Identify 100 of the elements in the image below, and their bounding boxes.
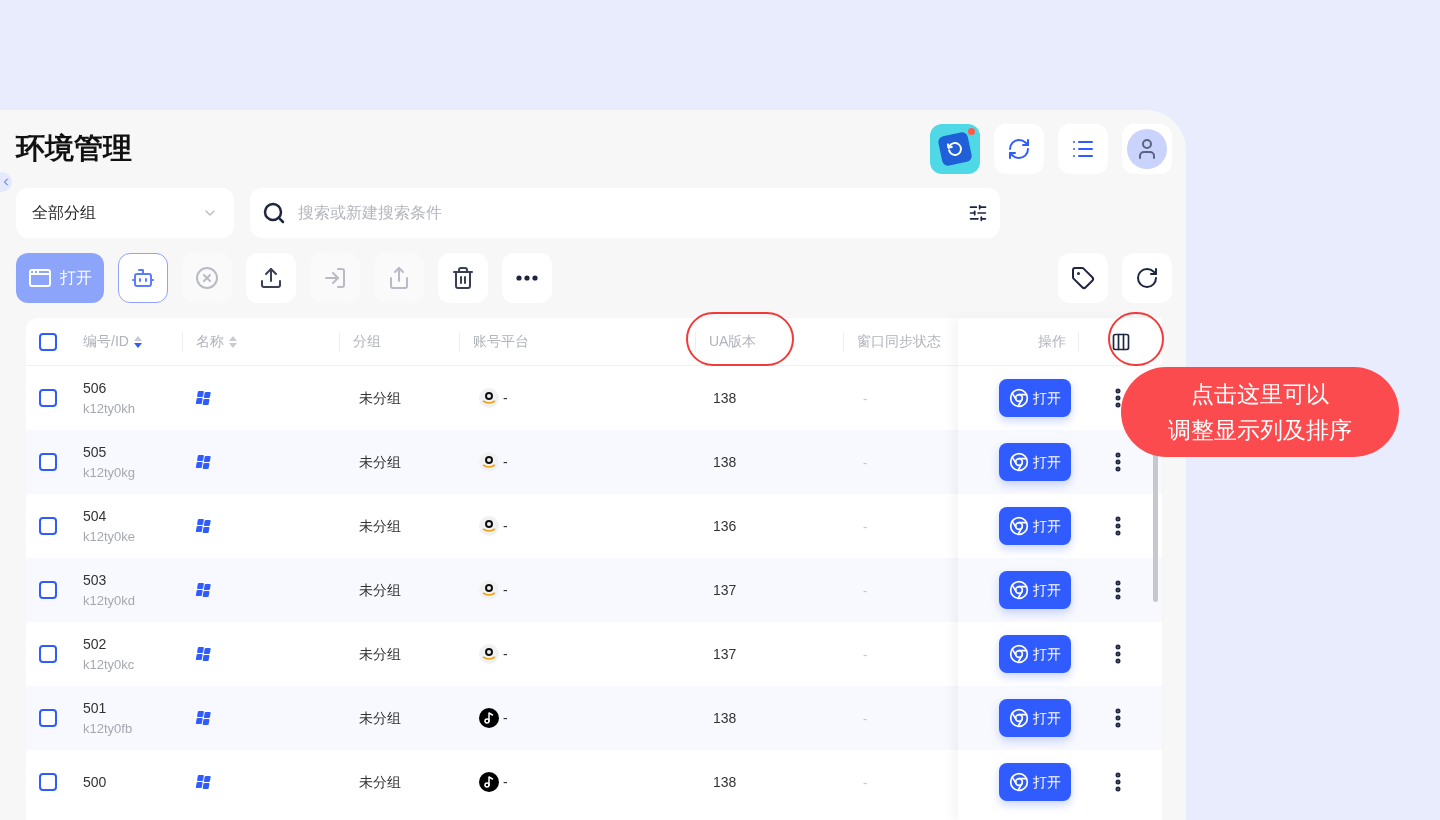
profile-id: k12ty0kc [83,655,136,674]
platform-account: - [503,708,508,728]
table-row[interactable]: 503 k12ty0kd 未分组 - 137 - [26,558,958,622]
group-cell: 未分组 [359,390,401,406]
row-checkbox[interactable] [39,332,57,351]
windows-logo-icon [195,711,211,725]
upload-button[interactable] [246,253,296,303]
sync-status-cell: - [863,647,868,662]
browser-icon [1009,516,1029,536]
windows-logo-icon [195,455,211,469]
profile-id: k12ty0kg [83,463,137,482]
browser-icon [1009,580,1029,600]
sync-status-cell: - [863,583,868,598]
sort-icon[interactable] [132,334,143,349]
column-settings-icon[interactable] [1110,331,1131,352]
row-checkbox[interactable] [39,453,57,471]
sync-upload-button[interactable] [994,124,1044,174]
ua-version-cell: 138 [713,390,737,406]
search-icon [262,201,286,225]
callout-text: 点击这里可以 [1191,380,1329,409]
row-checkbox[interactable] [39,517,57,535]
open-browser-button[interactable]: 打开 [999,635,1071,673]
browser-icon [1009,708,1029,728]
row-checkbox[interactable] [39,773,57,791]
profile-id: k12ty0kd [83,591,137,610]
column-header: 账号平台 [473,332,529,351]
search-field[interactable]: 搜索或新建搜索条件 [250,188,1000,238]
profile-number: 503 [83,570,108,590]
sync-status-cell: - [863,519,868,534]
import-icon [323,266,347,290]
profile-number: 500 [83,772,108,792]
profile-id: k12ty0ke [83,527,137,546]
profile-number: 502 [83,634,108,654]
group-cell: 未分组 [359,582,401,598]
robot-button[interactable] [118,253,168,303]
row-checkbox[interactable] [39,581,57,599]
sync-upload-icon [1007,137,1031,161]
windows-logo-icon [195,775,211,789]
trash-icon [451,266,475,290]
tag-button[interactable] [1058,253,1108,303]
shopping-smile-logo-icon [479,452,499,472]
avatar-button[interactable] [1122,124,1172,174]
stop-icon [195,266,219,290]
platform-account: - [503,644,508,664]
shopping-smile-logo-icon [479,388,499,408]
row-checkbox[interactable] [39,389,57,407]
table-row[interactable]: 505 k12ty0kg 未分组 - 138 - [26,430,958,494]
delete-button[interactable] [438,253,488,303]
browser-icon [1009,452,1029,472]
open-browser-button[interactable]: 打开 [999,571,1071,609]
more-button[interactable] [502,253,552,303]
filter-settings-icon[interactable] [968,203,988,223]
windows-logo-icon [195,583,211,597]
sync-status-cell: - [863,775,868,790]
sync-status-cell: - [863,455,868,470]
column-header: 名称 [196,332,224,351]
ua-version-cell: 137 [713,582,737,598]
share-icon [387,266,411,290]
windows-logo-icon [195,647,211,661]
browser-icon [1009,388,1029,408]
group-select[interactable]: 全部分组 [16,188,234,238]
open-browser-button[interactable]: 打开 [999,763,1071,801]
platform-account: - [503,580,508,600]
open-browser-button[interactable]: 打开 [999,507,1071,545]
platform-account: - [503,452,508,472]
ua-version-cell: 138 [713,774,737,790]
highlight-ring [1108,312,1164,366]
row-checkbox[interactable] [39,645,57,663]
list-button[interactable] [1058,124,1108,174]
column-header: 编号/ID [83,332,129,351]
profile-id: k12ty0fb [83,719,134,738]
shopping-smile-logo-icon [479,580,499,600]
avatar-icon [1127,129,1167,169]
windows-logo-icon [195,519,211,533]
browser-icon [1009,772,1029,792]
open-browser-button[interactable]: 打开 [999,379,1071,417]
refresh-button[interactable] [1122,253,1172,303]
open-browser-button[interactable]: 打开 [999,443,1071,481]
sync-status-cell: - [863,391,868,406]
table-row[interactable]: 501 k12ty0fb 未分组 - 138 - [26,686,958,750]
browser-window-icon [28,266,52,290]
open-browser-button[interactable]: 打开 [999,699,1071,737]
ua-version-cell: 138 [713,710,737,726]
group-cell: 未分组 [359,646,401,662]
upload-icon [259,266,283,290]
profile-number: 506 [83,378,108,398]
callout-text: 调整显示列及排序 [1168,416,1352,445]
search-input[interactable]: 搜索或新建搜索条件 [298,201,956,225]
profile-number: 504 [83,506,108,526]
more-icon [516,275,538,281]
app-logo-button[interactable] [930,124,980,174]
column-header: 分组 [353,332,381,351]
sync-status-cell: - [863,711,868,726]
tag-icon [1071,266,1095,290]
music-note-logo-icon [479,708,499,728]
group-cell: 未分组 [359,454,401,470]
music-note-logo-icon [479,772,499,792]
profile-number: 505 [83,442,108,462]
row-checkbox[interactable] [39,709,57,727]
notification-badge [968,128,975,135]
